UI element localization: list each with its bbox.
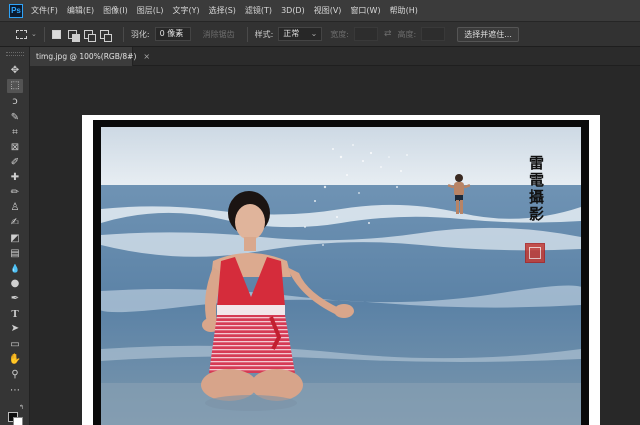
antialias-checkbox[interactable]: 消除锯齿 (203, 29, 235, 40)
photo-border: 雷電攝影 (93, 120, 589, 425)
document-tab-bar: timg.jpg @ 100%(RGB/8#) × (30, 47, 640, 66)
beach-photo: 雷電攝影 (101, 127, 581, 425)
document-tab[interactable]: timg.jpg @ 100%(RGB/8#) × (30, 47, 150, 66)
quick-select-tool-icon[interactable]: ✎ (9, 112, 21, 124)
menu-bar: Ps 文件(F) 编辑(E) 图像(I) 图层(L) 文字(Y) 选择(S) 滤… (0, 0, 640, 22)
red-seal-stamp (525, 243, 545, 263)
zoom-tool-icon[interactable]: ⚲ (9, 369, 21, 381)
photoshop-logo-icon: Ps (9, 3, 23, 18)
menu-image[interactable]: 图像(I) (103, 5, 128, 16)
intersect-selection-icon[interactable] (99, 29, 112, 42)
more-tools-icon[interactable]: ⋯ (9, 385, 21, 397)
pen-tool-icon[interactable]: ✒ (9, 293, 21, 305)
eyedropper-tool-icon[interactable]: ✐ (9, 157, 21, 169)
path-select-tool-icon[interactable]: ➤ (9, 323, 21, 335)
clone-stamp-tool-icon[interactable]: ♙ (9, 202, 21, 214)
swap-width-height-icon[interactable]: ⇄ (384, 29, 392, 39)
menu-view[interactable]: 视图(V) (314, 5, 342, 16)
subtract-from-selection-icon[interactable] (83, 29, 96, 42)
menu-file[interactable]: 文件(F) (31, 5, 58, 16)
type-tool-icon[interactable]: T (9, 308, 21, 320)
swap-colors-icon[interactable]: ↰ (19, 404, 24, 411)
menu-layer[interactable]: 图层(L) (137, 5, 164, 16)
width-input[interactable] (353, 27, 378, 41)
menu-window[interactable]: 窗口(W) (350, 5, 380, 16)
calligraphy-signature: 雷電攝影 (527, 155, 545, 223)
width-label: 宽度: (330, 29, 349, 39)
divider (122, 26, 124, 42)
history-brush-tool-icon[interactable]: ✍ (9, 217, 21, 229)
healing-brush-tool-icon[interactable]: ✚ (9, 172, 21, 184)
new-selection-icon[interactable] (51, 29, 61, 39)
height-input[interactable] (421, 27, 446, 41)
hand-tool-icon[interactable]: ✋ (9, 354, 21, 366)
menu-3d[interactable]: 3D(D) (281, 6, 305, 15)
tools-panel: ✥ ⬚ ↄ ✎ ⌗ ⊠ ✐ ✚ ✏ ♙ ✍ ◩ ▤ 💧 ● ✒ T ➤ ▭ ✋ … (0, 47, 30, 425)
feather-input[interactable]: 0 像素 (154, 27, 191, 41)
menu-edit[interactable]: 编辑(E) (67, 5, 94, 16)
eraser-tool-icon[interactable]: ◩ (9, 233, 21, 245)
background-color-swatch[interactable] (13, 417, 23, 425)
add-to-selection-icon[interactable] (67, 29, 80, 42)
menu-filter[interactable]: 滤镜(T) (245, 5, 272, 16)
lasso-tool-icon[interactable]: ↄ (9, 96, 21, 108)
divider (43, 26, 45, 42)
select-and-mask-button[interactable]: 选择并遮住... (457, 26, 519, 42)
document-tab-title: timg.jpg @ 100%(RGB/8#) (36, 52, 137, 61)
height-label: 高度: (397, 29, 417, 39)
photo-illustration (101, 127, 581, 425)
dodge-tool-icon[interactable]: ● (9, 278, 21, 290)
divider (246, 26, 248, 42)
document-canvas[interactable]: 雷電攝影 (82, 115, 600, 425)
rect-marquee-icon[interactable] (16, 29, 27, 39)
frame-tool-icon[interactable]: ⊠ (9, 142, 21, 154)
crop-tool-icon[interactable]: ⌗ (9, 127, 21, 139)
move-tool-icon[interactable]: ✥ (9, 65, 21, 77)
menu-help[interactable]: 帮助(H) (390, 5, 418, 16)
chevron-down-icon: ⌄ (310, 29, 318, 38)
brush-tool-icon[interactable]: ✏ (9, 187, 21, 199)
style-select[interactable]: 正常 ⌄ (278, 27, 323, 41)
panel-grip[interactable] (6, 52, 24, 56)
style-label: 样式: (254, 29, 274, 39)
canvas-workspace[interactable]: 雷電攝影 (30, 66, 640, 425)
menu-type[interactable]: 文字(Y) (172, 5, 199, 16)
options-bar: ⌄ 羽化: 0 像素 消除锯齿 样式: 正常 ⌄ 宽度: ⇄ 高度: 选择并遮住… (0, 22, 640, 47)
style-select-value: 正常 (283, 29, 300, 38)
gradient-tool-icon[interactable]: ▤ (9, 248, 21, 260)
close-icon[interactable]: × (143, 52, 150, 61)
menu-select[interactable]: 选择(S) (209, 5, 236, 16)
rect-marquee-tool-icon[interactable]: ⬚ (7, 79, 23, 93)
blur-tool-icon[interactable]: 💧 (9, 263, 21, 275)
tool-preset-chevron-down-icon[interactable]: ⌄ (31, 30, 37, 38)
feather-label: 羽化: (130, 29, 150, 39)
rectangle-shape-tool-icon[interactable]: ▭ (9, 339, 21, 351)
